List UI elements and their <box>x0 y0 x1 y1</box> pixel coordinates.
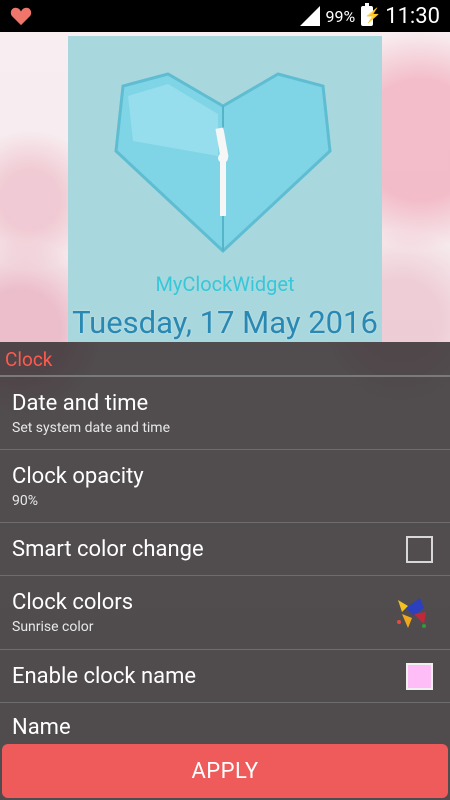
clock-name-label: MyClockWidget <box>155 272 295 296</box>
date-and-time-setting[interactable]: Date and time Set system date and time <box>0 377 450 450</box>
apply-button[interactable]: APPLY <box>2 744 448 798</box>
heart-clock-icon <box>114 72 332 254</box>
status-bar: 99% ⚡ 11:30 <box>0 0 450 32</box>
smart-color-checkbox[interactable] <box>406 535 433 563</box>
clock-opacity-setting[interactable]: Clock opacity 90% <box>0 450 450 523</box>
setting-title: Name <box>12 715 71 740</box>
heart-notification-icon <box>10 7 32 26</box>
signal-icon <box>299 6 320 26</box>
settings-list: Clock Date and time Set system date and … <box>0 342 450 800</box>
setting-title: Date and time <box>12 391 149 416</box>
smart-color-change-setting[interactable]: Smart color change <box>0 523 450 576</box>
battery-percent: 99% <box>325 6 356 26</box>
clock-colors-setting[interactable]: Clock colors Sunrise color <box>0 576 450 650</box>
battery-icon: ⚡ <box>361 3 382 26</box>
category-header: Clock <box>0 342 450 377</box>
paint-splash-icon <box>397 598 426 628</box>
setting-subtitle: 90% <box>12 493 38 509</box>
setting-title: Enable clock name <box>12 663 197 689</box>
setting-subtitle: Sunrise color <box>12 619 94 635</box>
setting-subtitle: Set system date and time <box>12 420 171 436</box>
enable-clock-name-checkbox[interactable] <box>406 662 433 690</box>
clock-time: 11:30 <box>385 3 440 29</box>
setting-title: Clock colors <box>12 590 134 615</box>
date-label: Tuesday, 17 May 2016 <box>72 304 378 341</box>
setting-title: Smart color change <box>12 536 204 562</box>
enable-clock-name-setting[interactable]: Enable clock name <box>0 650 450 703</box>
widget-preview: MyClockWidget Tuesday, 17 May 2016 <box>68 36 382 342</box>
setting-title: Clock opacity <box>12 464 144 489</box>
